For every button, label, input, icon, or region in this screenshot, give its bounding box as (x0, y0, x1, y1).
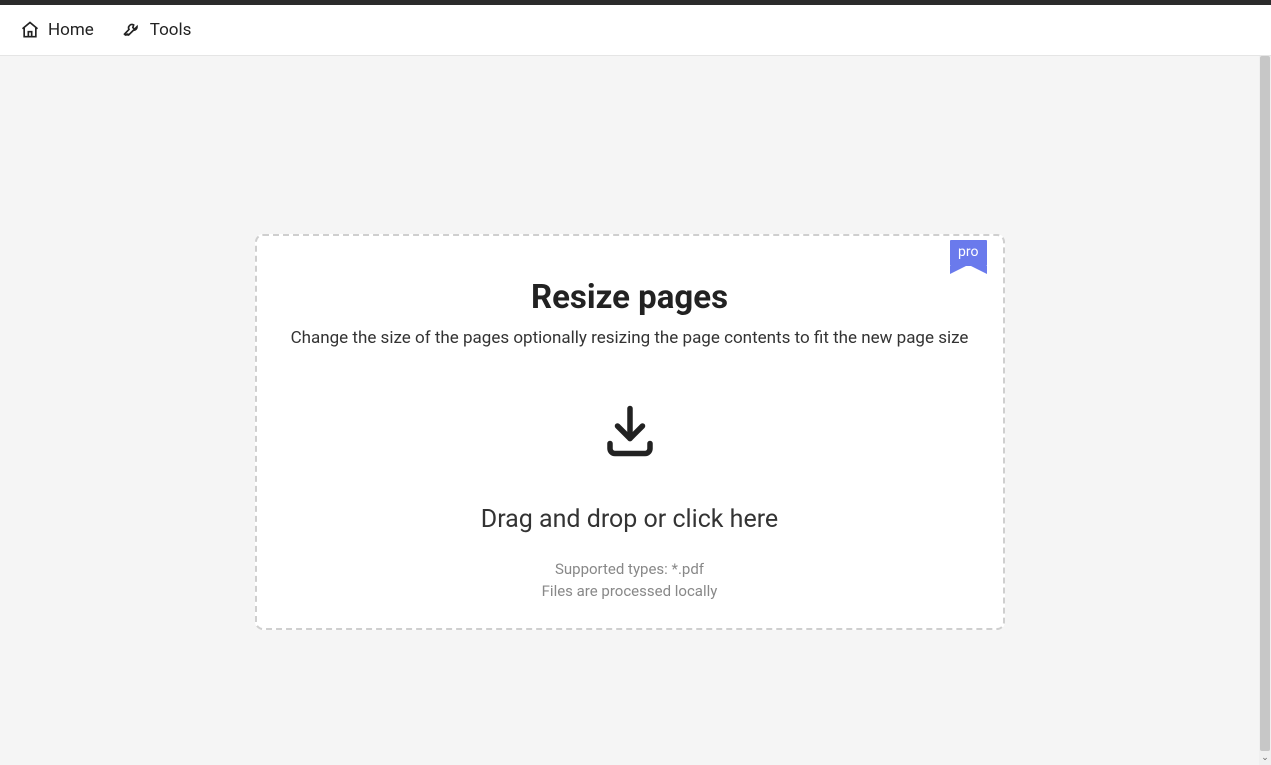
scrollbar-down-button[interactable]: ⌄ (1259, 751, 1271, 765)
page-subtitle: Change the size of the pages optionally … (291, 327, 969, 351)
navbar: Home Tools (0, 5, 1271, 56)
download-icon (600, 401, 660, 461)
main-content: pro Resize pages Change the size of the … (0, 56, 1259, 765)
nav-tools[interactable]: Tools (122, 20, 192, 40)
nav-tools-label: Tools (150, 20, 192, 40)
pro-badge-label: pro (958, 244, 978, 260)
supported-types: Supported types: *.pdf (555, 558, 704, 581)
pro-badge: pro (950, 240, 986, 266)
file-dropzone[interactable]: pro Resize pages Change the size of the … (255, 234, 1005, 630)
tools-icon (122, 20, 142, 40)
processed-locally: Files are processed locally (542, 580, 718, 603)
nav-home-label: Home (48, 20, 94, 40)
page-title: Resize pages (531, 278, 728, 317)
scrollbar-thumb[interactable] (1260, 56, 1270, 751)
dropzone-instruction: Drag and drop or click here (481, 505, 778, 534)
home-icon (20, 20, 40, 40)
scrollbar[interactable] (1259, 56, 1271, 751)
nav-home[interactable]: Home (20, 20, 94, 40)
